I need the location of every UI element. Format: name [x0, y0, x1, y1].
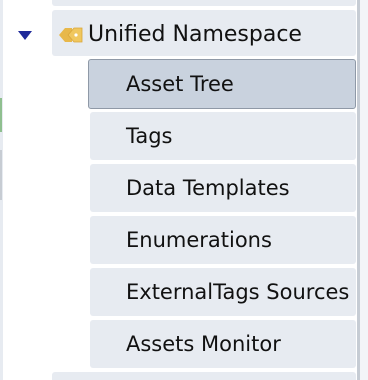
tree-item-label: Enumerations: [126, 228, 272, 252]
tree-item-externaltags-sources[interactable]: ExternalTags Sources: [90, 268, 356, 316]
tree-item-label: Assets Monitor: [126, 332, 281, 356]
tree-item-label: Data Templates: [126, 176, 290, 200]
tree-item-tags[interactable]: Tags: [90, 112, 356, 160]
tree-item-assets-monitor[interactable]: Assets Monitor: [90, 320, 356, 368]
tree-item-label: Unified Namespace: [88, 22, 302, 47]
tag-pair-icon: [59, 27, 83, 43]
previous-tree-item[interactable]: [52, 0, 356, 6]
tree-item-enumerations[interactable]: Enumerations: [90, 216, 356, 264]
tree-item-label: ExternalTags Sources: [126, 280, 350, 304]
left-edge-indicator: [0, 98, 2, 132]
navigation-tree-panel: Unified Namespace Asset Tree Tags Data T…: [0, 0, 368, 380]
scrollbar-track[interactable]: [360, 0, 368, 380]
tree-item-data-templates[interactable]: Data Templates: [90, 164, 356, 212]
tree-item-asset-tree[interactable]: Asset Tree: [88, 59, 356, 109]
left-edge-indicator-secondary: [0, 150, 2, 200]
tree-item-label: Asset Tree: [126, 72, 234, 96]
tree-item-label: Tags: [126, 124, 173, 148]
next-tree-item[interactable]: [52, 372, 356, 380]
expand-arrow-icon[interactable]: [18, 31, 32, 40]
